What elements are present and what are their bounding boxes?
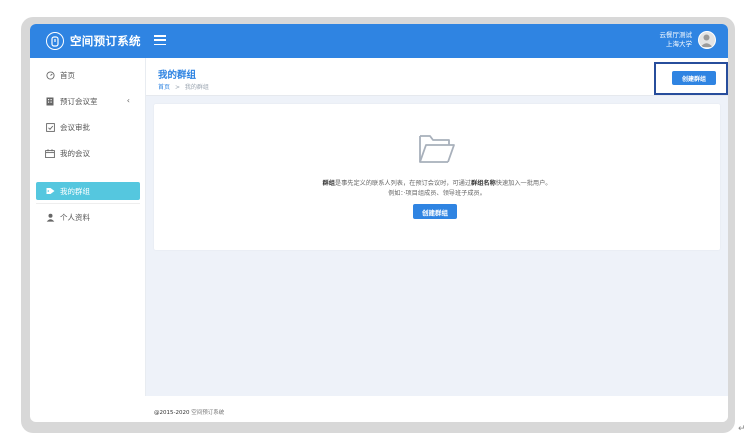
- sidebar-item-home[interactable]: 首页: [36, 66, 140, 84]
- breadcrumb: 首页 > 我的群组: [158, 82, 209, 91]
- sidebar-item-profile[interactable]: 个人资料: [36, 208, 140, 226]
- app-title: 空间预订系统: [70, 34, 141, 48]
- user-org: 上海大学: [666, 40, 692, 48]
- description-text: 快速加入一批用户。: [495, 180, 552, 187]
- top-bar: 空间预订系统 云餐厅测试 上海大学: [30, 24, 728, 58]
- user-info[interactable]: 云餐厅测试 上海大学: [660, 31, 693, 49]
- avatar[interactable]: [698, 31, 716, 49]
- empty-state-card: 群组是事先定义的联系人列表，在预订会议时，可通过群组名称快速加入一批用户。 例如…: [154, 104, 720, 250]
- footer-copyright: @2015-2020 空间预订系统: [154, 408, 224, 416]
- app-logo[interactable]: 空间预订系统: [46, 31, 141, 51]
- page-header: 我的群组 首页 > 我的群组 创建群组: [146, 58, 728, 96]
- sidebar-item-book-room[interactable]: 预订会议室 ‹: [36, 92, 140, 110]
- sidebar-item-label: 我的群组: [60, 186, 90, 196]
- description-text: 是事先定义的联系人列表，在预订会议时，可通过: [334, 180, 472, 187]
- app-screen: 空间预订系统 云餐厅测试 上海大学 首页 预订会议室 ‹ 会议审批 我的会议 我…: [30, 24, 728, 422]
- dashboard-icon: [45, 70, 55, 80]
- footer-year: @2015-2020: [154, 410, 190, 416]
- sidebar-item-my-meetings[interactable]: 我的会议: [36, 144, 140, 162]
- building-icon: [45, 96, 55, 106]
- logo-icon: [46, 32, 64, 50]
- user-icon: [45, 212, 55, 222]
- tag-icon: [45, 186, 55, 196]
- sidebar-item-approval[interactable]: 会议审批: [36, 118, 140, 136]
- sidebar-divider: [36, 203, 140, 204]
- footer: @2015-2020 空间预订系统: [146, 396, 728, 422]
- breadcrumb-home-link[interactable]: 首页: [158, 84, 170, 91]
- sidebar-item-label: 首页: [60, 70, 75, 80]
- sidebar-item-label: 个人资料: [60, 212, 90, 222]
- footer-app-name: 空间预订系统: [191, 410, 225, 416]
- create-group-button[interactable]: 创建群组: [413, 204, 457, 219]
- folder-open-icon: [416, 132, 456, 166]
- breadcrumb-separator: >: [174, 84, 180, 91]
- empty-state-description: 群组是事先定义的联系人列表，在预订会议时，可通过群组名称快速加入一批用户。: [154, 178, 720, 187]
- return-mark: ↵: [738, 424, 746, 434]
- sidebar-item-my-groups[interactable]: 我的群组: [36, 182, 140, 200]
- calendar-icon: [45, 148, 55, 158]
- term-group-name: 群组名称: [471, 180, 496, 187]
- sidebar-item-label: 我的会议: [60, 148, 90, 158]
- empty-state-example: 例如：·项目组成员、领导班子成员。: [388, 190, 486, 197]
- menu-toggle-icon[interactable]: [154, 34, 166, 46]
- approval-icon: [45, 122, 55, 132]
- main-content: 我的群组 首页 > 我的群组 创建群组 群组是事先定义的联系人列表，在预订会议时…: [146, 58, 728, 396]
- page-title: 我的群组: [158, 70, 197, 81]
- breadcrumb-current: 我的群组: [184, 84, 209, 91]
- chevron-left-icon: ‹: [126, 96, 130, 105]
- highlight-annotation: [654, 62, 728, 95]
- user-name: 云餐厅测试: [659, 31, 693, 39]
- sidebar-item-label: 预订会议室: [60, 96, 98, 106]
- sidebar-item-label: 会议审批: [60, 122, 90, 132]
- term-group: 群组: [322, 180, 335, 187]
- sidebar: 首页 预订会议室 ‹ 会议审批 我的会议 我的群组 个人资料: [30, 58, 146, 396]
